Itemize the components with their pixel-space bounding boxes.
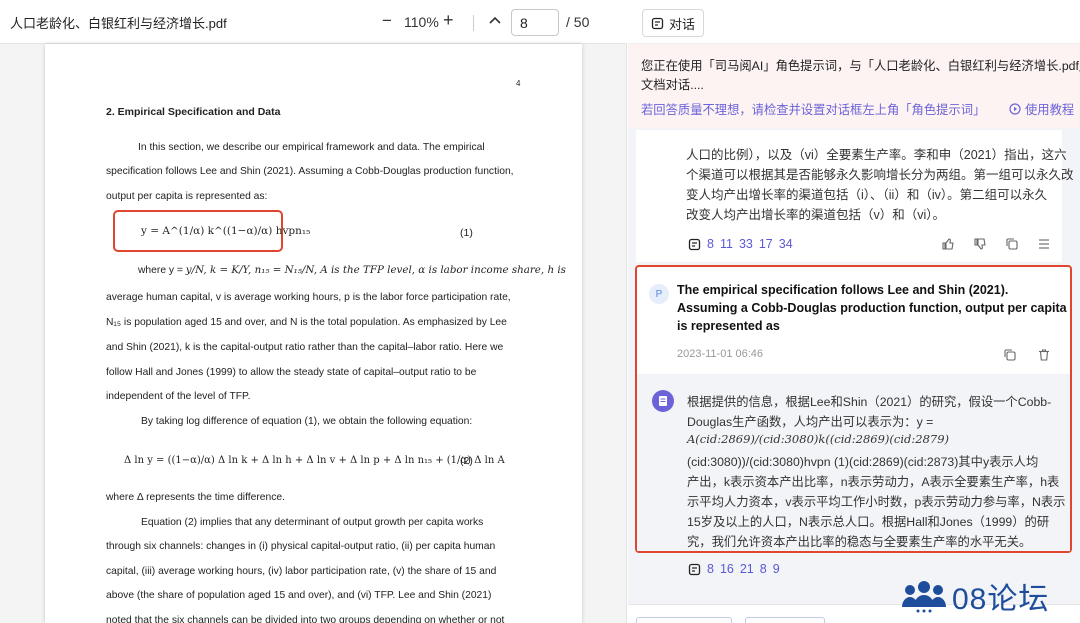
answer-actions [941, 237, 1051, 251]
paragraph-line: average human capital, v is average work… [106, 292, 511, 303]
answer-message: 根据提供的信息，根据Lee和Shin（2021）的研究，假设一个Cobb- Do… [637, 374, 1070, 551]
chat-doc-icon [651, 17, 664, 29]
paragraph-line: N₁₅ is population aged 15 and over, and … [106, 317, 507, 328]
chat-header: 对话 [628, 0, 1080, 44]
question-actions [1003, 348, 1051, 362]
prompt-chip[interactable] [745, 617, 825, 623]
reference-link[interactable]: 11 [720, 237, 733, 251]
answer-line: 产出，k表示资本产出比率，n表示劳动力，A表示全要素生产率，h表 [687, 475, 1060, 489]
tab-dialog[interactable]: 对话 [642, 9, 704, 37]
question-answer-highlight: P The empirical specification follows Le… [635, 265, 1072, 553]
answer-line: 示平均人力资本，v表示平均工作小时数，p表示劳动力参与率，N表示 [687, 495, 1066, 509]
trash-icon[interactable] [1037, 348, 1051, 362]
reference-link[interactable]: 8 [707, 237, 714, 251]
document-icon [659, 396, 667, 406]
tutorial-link[interactable]: 使用教程 [1009, 100, 1074, 118]
paragraph-line: and Shin (2021), k is the capital-output… [106, 342, 504, 353]
page-number-input[interactable] [511, 9, 559, 36]
reference-icon [688, 563, 701, 575]
question-line: is represented as [677, 319, 780, 333]
page-number-label: 4 [516, 79, 521, 88]
notice-text: 您正在使用「司马阅AI」角色提示词，与「人口老龄化、白银红利与经济增长.pdf」 [641, 59, 1080, 73]
user-avatar: P [649, 284, 669, 304]
reference-list: 8 16 21 8 9 [688, 562, 780, 576]
zoom-in-button[interactable]: + [443, 11, 454, 29]
forum-watermark: 08论坛 [900, 574, 1049, 618]
paragraph-line: noted that the six channels can be divid… [106, 615, 505, 623]
reference-link[interactable]: 8 [760, 562, 767, 576]
paragraph-line: independent of the level of TFP. [106, 391, 251, 402]
answer-line: 根据提供的信息，根据Lee和Shin（2021）的研究，假设一个Cobb- [687, 395, 1052, 409]
question-timestamp: 2023-11-01 06:46 [677, 348, 764, 360]
definitions-text: y/N, k = K/Y, n₁₅ = N₁₅/N, A is the TFP … [185, 264, 566, 276]
play-circle-icon [1009, 103, 1021, 115]
pdf-viewer: 人口老龄化、白银红利与经济增长.pdf − 110% + / 50 4 2. E… [0, 0, 627, 623]
prev-answer-card: 人口的比例），以及（vi）全要素生产率。李和申（2021）指出，这六 个渠道可以… [636, 130, 1074, 262]
thumbs-up-icon[interactable] [941, 237, 955, 251]
notice-link[interactable]: 若回答质量不理想，请检查并设置对话框左上角「角色提示词」 [641, 100, 985, 118]
answer-line: A(cid:2869)/(cid:3080)k((cid:2869)(cid:2… [687, 432, 950, 446]
assistant-avatar [652, 390, 674, 412]
pdf-filename: 人口老龄化、白银红利与经济增长.pdf [10, 16, 227, 31]
answer-line: 究，我们允许资本产出比率的稳态与全要素生产率的水平无关。 [687, 535, 1032, 549]
toolbar-divider [473, 15, 474, 31]
pdf-page: 4 2. Empirical Specification and Data In… [45, 44, 582, 623]
paragraph-line: where y = y/N, k = K/Y, n₁₅ = N₁₅/N, A i… [138, 264, 566, 277]
paragraph-line: through six channels: changes in (i) phy… [106, 541, 496, 552]
paragraph-line: follow Hall and Jones (1999) to allow th… [106, 367, 477, 378]
where-label: where y = [138, 265, 186, 276]
pdf-toolbar: 人口老龄化、白银红利与经济增长.pdf − 110% + / 50 [0, 0, 627, 44]
section-heading: 2. Empirical Specification and Data [106, 106, 281, 118]
question-line: Assuming a Cobb-Douglas production funct… [677, 301, 1067, 315]
equation-2: Δ ln y = ((1−α)/α) Δ ln k + Δ ln h + Δ l… [124, 455, 505, 466]
tutorial-label: 使用教程 [1025, 103, 1075, 117]
thumbs-down-icon[interactable] [973, 237, 987, 251]
answer-line: Douglas生产函数，人均产出可以表示为：y = [687, 415, 934, 429]
reference-link[interactable]: 33 [739, 237, 753, 251]
reference-icon [688, 238, 701, 250]
paragraph-line: where Δ represents the time difference. [106, 492, 285, 503]
equation-2-label: (2) [460, 455, 473, 467]
app-root: 人口老龄化、白银红利与经济增长.pdf − 110% + / 50 4 2. E… [0, 0, 1080, 623]
paragraph-line: above (the share of population aged 15 a… [106, 590, 492, 601]
zoom-level: 110% [404, 14, 439, 30]
answer-line: 改变人均产出增长率的渠道包括（v）和（vi）。 [686, 208, 946, 222]
reference-link[interactable]: 9 [773, 562, 780, 576]
watermark-text: 08论坛 [952, 583, 1050, 616]
reference-link[interactable]: 8 [707, 562, 714, 576]
answer-line: (cid:3080))/(cid:3080)hvpn (1)(cid:2869)… [687, 455, 1039, 469]
paragraph-line: capital, (iii) average working hours, (i… [106, 566, 497, 577]
notice-text: 文档对话.... [641, 78, 704, 92]
reference-link[interactable]: 16 [720, 562, 734, 576]
answer-line: 15岁及以上的人口，N表示总人口。根据Hall和Jones（1999）的研 [687, 515, 1050, 529]
reference-list: 8 11 33 17 34 [688, 237, 793, 251]
reference-link[interactable]: 21 [740, 562, 754, 576]
page-total: / 50 [566, 14, 590, 30]
chevron-up-icon[interactable] [488, 12, 502, 30]
reference-link[interactable]: 17 [759, 237, 773, 251]
list-icon[interactable] [1037, 237, 1051, 251]
answer-line: 变人均产出增长率的渠道包括（i）、（ii）和（iv）。第二组可以永久 [686, 188, 1048, 202]
paragraph-line: Equation (2) implies that any determinan… [141, 517, 484, 528]
zoom-out-button[interactable]: − [382, 12, 392, 30]
equation-1-label: (1) [460, 227, 473, 239]
paragraph-line: In this section, we describe our empiric… [138, 142, 485, 153]
equation-1: y = A^(1/α) k^((1−α)/α) hvpn₁₅ [141, 225, 311, 237]
paragraph-line: specification follows Lee and Shin (2021… [106, 166, 514, 177]
copy-icon[interactable] [1003, 348, 1017, 362]
question-line: The empirical specification follows Lee … [677, 283, 1009, 297]
paragraph-line: By taking log difference of equation (1)… [141, 416, 473, 427]
paragraph-line: output per capita is represented as: [106, 191, 268, 202]
people-logo-icon [902, 581, 946, 613]
reference-link[interactable]: 34 [779, 237, 793, 251]
copy-icon[interactable] [1005, 237, 1019, 251]
tab-dialog-label: 对话 [668, 16, 695, 32]
answer-line: 人口的比例），以及（vi）全要素生产率。李和申（2021）指出，这六 [686, 148, 1067, 162]
answer-line: 个渠道可以根据其是否能够永久影响增长分为两组。第一组可以永久改 [686, 168, 1074, 182]
prompt-chip[interactable] [636, 617, 732, 623]
